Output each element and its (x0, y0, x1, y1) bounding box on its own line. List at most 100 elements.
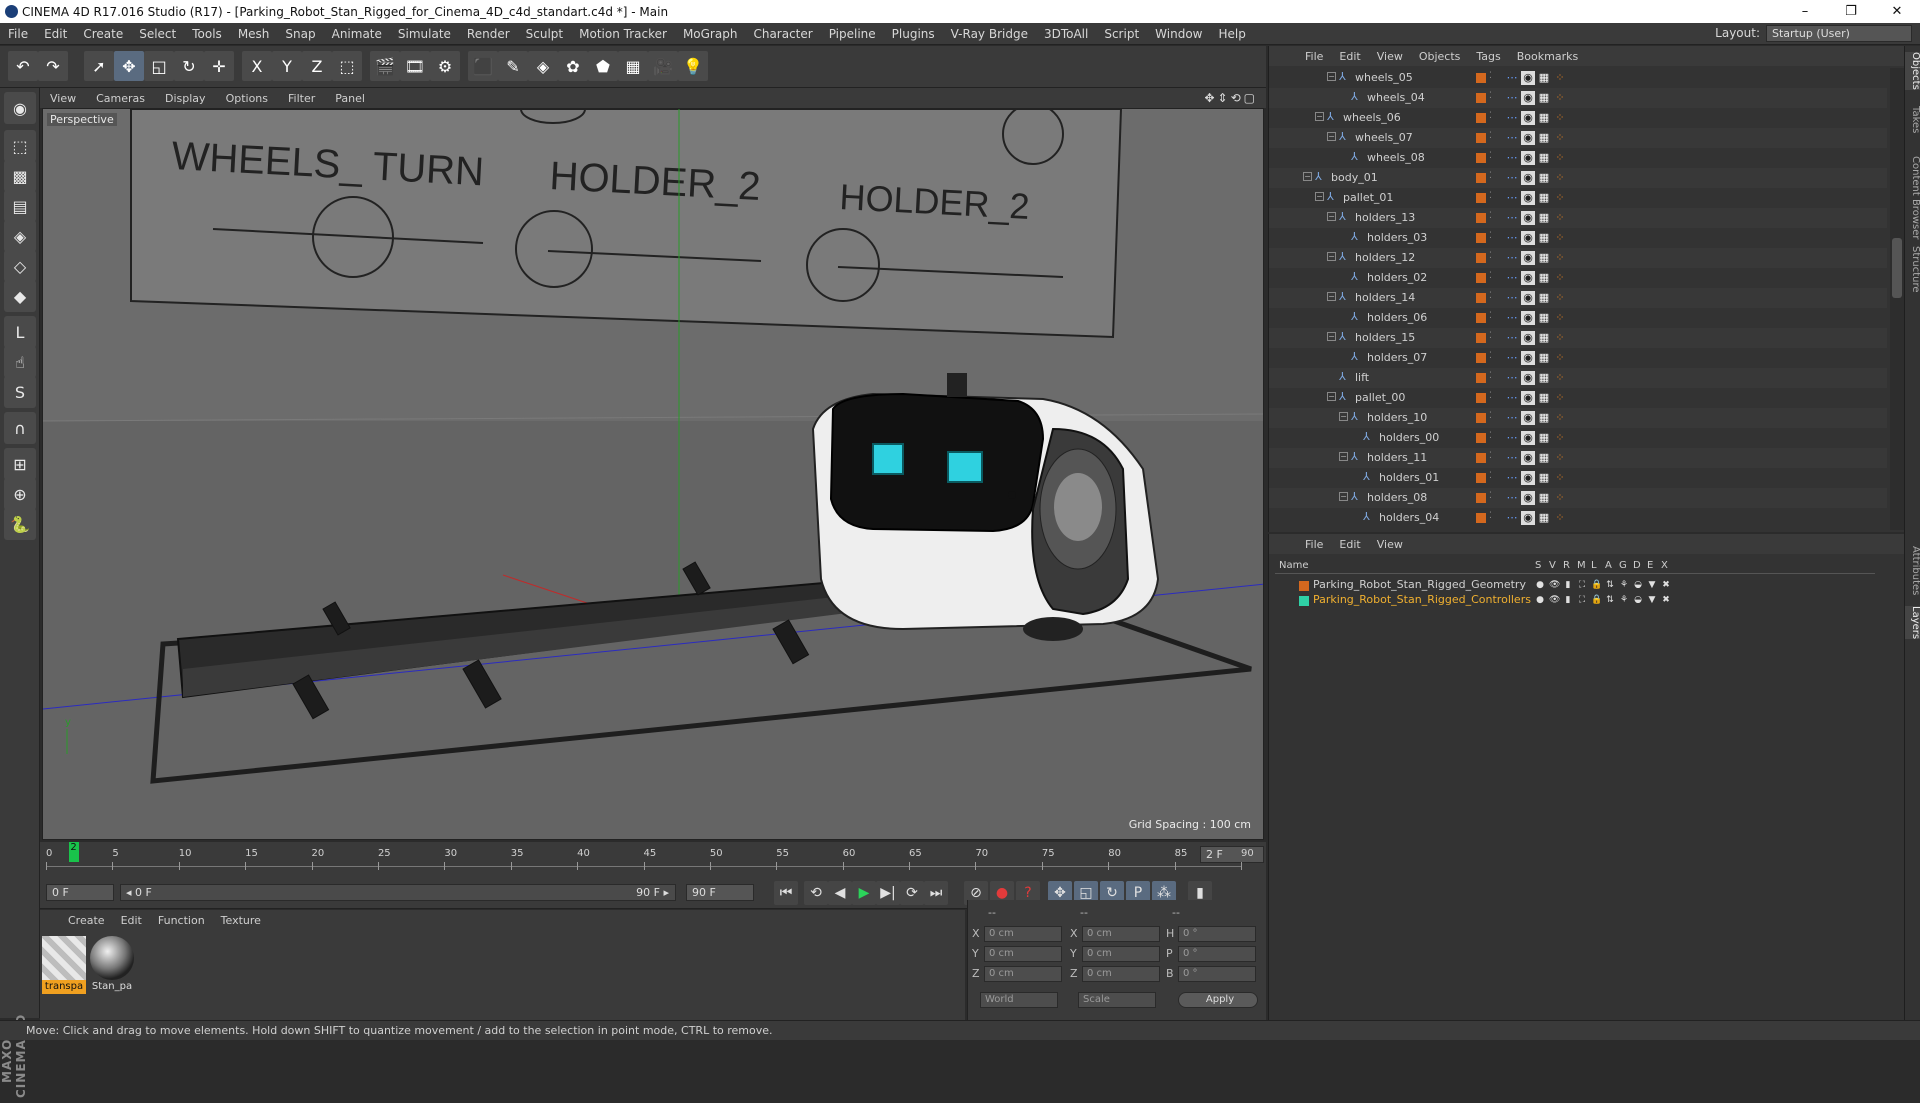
axis-icon[interactable]: L (4, 316, 36, 348)
visibility-dots[interactable]: ⁚ (1489, 111, 1492, 121)
selection-tag-icon[interactable]: ⁘ (1553, 131, 1567, 145)
layer-color-chip[interactable] (1476, 353, 1486, 363)
visibility-dots[interactable]: ⁚ (1489, 211, 1492, 221)
layer-flag-toggle[interactable]: ▼ (1647, 595, 1657, 605)
visibility-dots[interactable]: ⁚ (1489, 431, 1492, 441)
coord-field-p[interactable]: 0 ° (1178, 946, 1256, 962)
character-tag-icon[interactable]: ◉ (1521, 391, 1535, 405)
last-tool-icon[interactable]: ✛ (204, 51, 234, 81)
layer-color-chip[interactable] (1476, 293, 1486, 303)
material-tag-icon[interactable]: ▦ (1537, 471, 1551, 485)
character-tag-icon[interactable]: ◉ (1521, 91, 1535, 105)
object-menu-bookmarks[interactable]: Bookmarks (1509, 50, 1586, 63)
layer-color-swatch[interactable] (1299, 581, 1309, 591)
material-tag-icon[interactable]: ▦ (1537, 371, 1551, 385)
character-tag-icon[interactable]: ◉ (1521, 131, 1535, 145)
material-tag-icon[interactable]: ▦ (1537, 491, 1551, 505)
character-tag-icon[interactable]: ◉ (1521, 71, 1535, 85)
expand-toggle[interactable]: − (1315, 192, 1324, 201)
viewport-menu-panel[interactable]: Panel (325, 92, 375, 105)
layer-color-chip[interactable] (1476, 273, 1486, 283)
layer-column-e[interactable]: E (1647, 560, 1653, 571)
object-row[interactable]: ⅄ lift ⁚ ⋯ ◉ ▦ ⁘ (1269, 368, 1887, 388)
perspective-viewport[interactable]: WHEELS_ TURN HOLDER_2 HOLDER_2 y Perspec… (42, 108, 1264, 840)
material-tag-icon[interactable]: ▦ (1537, 331, 1551, 345)
material-tag-icon[interactable]: ▦ (1537, 431, 1551, 445)
object-row[interactable]: − ⅄ wheels_07 ⁚ ⋯ ◉ ▦ ⁘ (1269, 128, 1887, 148)
layer-flag-toggle[interactable]: ▮ (1563, 595, 1573, 605)
material-tag-icon[interactable]: ▦ (1537, 231, 1551, 245)
layer-flag-toggle[interactable]: ✖ (1661, 580, 1671, 590)
layer-flag-toggle[interactable]: 👁 (1549, 595, 1560, 605)
live-selection-icon[interactable]: ➚ (84, 51, 114, 81)
menu-script[interactable]: Script (1096, 27, 1147, 41)
solo-icon[interactable]: S (4, 376, 36, 408)
material-menu-function[interactable]: Function (150, 914, 213, 927)
constraint-tag-icon[interactable]: ⋯ (1505, 171, 1519, 185)
character-tag-icon[interactable]: ◉ (1521, 291, 1535, 305)
selection-tag-icon[interactable]: ⁘ (1553, 471, 1567, 485)
material-tag-icon[interactable]: ▦ (1537, 91, 1551, 105)
layer-column-s[interactable]: S (1535, 560, 1541, 571)
layer-menu-view[interactable]: View (1369, 538, 1411, 551)
side-tab-objects[interactable]: Objects (1905, 52, 1920, 90)
layer-column-x[interactable]: X (1661, 560, 1668, 571)
expand-toggle[interactable]: − (1339, 492, 1348, 501)
selection-tag-icon[interactable]: ⁘ (1553, 71, 1567, 85)
layer-color-chip[interactable] (1476, 193, 1486, 203)
layer-color-chip[interactable] (1476, 153, 1486, 163)
make-editable-icon[interactable]: ◉ (4, 92, 36, 124)
texture-mode-icon[interactable]: ▩ (4, 160, 36, 192)
menu-create[interactable]: Create (75, 27, 131, 41)
character-tag-icon[interactable]: ◉ (1521, 231, 1535, 245)
material-menu-create[interactable]: Create (60, 914, 113, 927)
layer-flag-toggle[interactable]: ▼ (1647, 580, 1657, 590)
material-tag-icon[interactable]: ▦ (1537, 191, 1551, 205)
constraint-tag-icon[interactable]: ⋯ (1505, 231, 1519, 245)
layer-color-chip[interactable] (1476, 413, 1486, 423)
render-view-icon[interactable]: 🎬 (370, 51, 400, 81)
layer-flag-toggle[interactable]: ⚘ (1619, 595, 1629, 605)
coord-field-x[interactable]: 0 cm (984, 926, 1062, 942)
expand-toggle[interactable]: − (1327, 332, 1336, 341)
play-backwards-button[interactable]: ◀ (828, 881, 852, 905)
close-button[interactable]: ✕ (1874, 4, 1920, 19)
light-icon[interactable]: 💡 (678, 51, 708, 81)
layer-color-chip[interactable] (1476, 473, 1486, 483)
magnet-icon[interactable]: ∩ (4, 412, 36, 444)
selection-tag-icon[interactable]: ⁘ (1553, 231, 1567, 245)
layer-flag-toggle[interactable]: ⛶ (1577, 595, 1587, 605)
selection-tag-icon[interactable]: ⁘ (1553, 151, 1567, 165)
viewport-menu-display[interactable]: Display (155, 92, 216, 105)
layer-column-g[interactable]: G (1619, 560, 1627, 571)
constraint-tag-icon[interactable]: ⋯ (1505, 491, 1519, 505)
layer-flag-toggle[interactable]: 🔒 (1591, 595, 1602, 605)
object-row[interactable]: ⅄ holders_07 ⁚ ⋯ ◉ ▦ ⁘ (1269, 348, 1887, 368)
constraint-tag-icon[interactable]: ⋯ (1505, 471, 1519, 485)
layer-flag-toggle[interactable]: ✖ (1661, 595, 1671, 605)
viewport-menu-options[interactable]: Options (216, 92, 278, 105)
layer-color-chip[interactable] (1476, 493, 1486, 503)
coord-field-b[interactable]: 0 ° (1178, 966, 1256, 982)
polygons-mode-icon[interactable]: ◆ (4, 280, 36, 312)
constraint-tag-icon[interactable]: ⋯ (1505, 211, 1519, 225)
layer-color-chip[interactable] (1476, 333, 1486, 343)
selection-tag-icon[interactable]: ⁘ (1553, 391, 1567, 405)
visibility-dots[interactable]: ⁚ (1489, 271, 1492, 281)
y-axis-icon[interactable]: Y (272, 51, 302, 81)
constraint-tag-icon[interactable]: ⋯ (1505, 91, 1519, 105)
constraint-tag-icon[interactable]: ⋯ (1505, 151, 1519, 165)
constraint-tag-icon[interactable]: ⋯ (1505, 111, 1519, 125)
selection-tag-icon[interactable]: ⁘ (1553, 491, 1567, 505)
side-tab-content-browser[interactable]: Content Browser (1905, 156, 1920, 239)
selection-tag-icon[interactable]: ⁘ (1553, 451, 1567, 465)
character-tag-icon[interactable]: ◉ (1521, 311, 1535, 325)
points-mode-icon[interactable]: ◈ (4, 220, 36, 252)
cloner-icon[interactable]: ✿ (558, 51, 588, 81)
visibility-dots[interactable]: ⁚ (1489, 411, 1492, 421)
object-menu-view[interactable]: View (1369, 50, 1411, 63)
layer-flag-toggle[interactable]: ⇅ (1605, 580, 1615, 590)
visibility-dots[interactable]: ⁚ (1489, 451, 1492, 461)
layer-color-chip[interactable] (1476, 213, 1486, 223)
material-tag-icon[interactable]: ▦ (1537, 291, 1551, 305)
